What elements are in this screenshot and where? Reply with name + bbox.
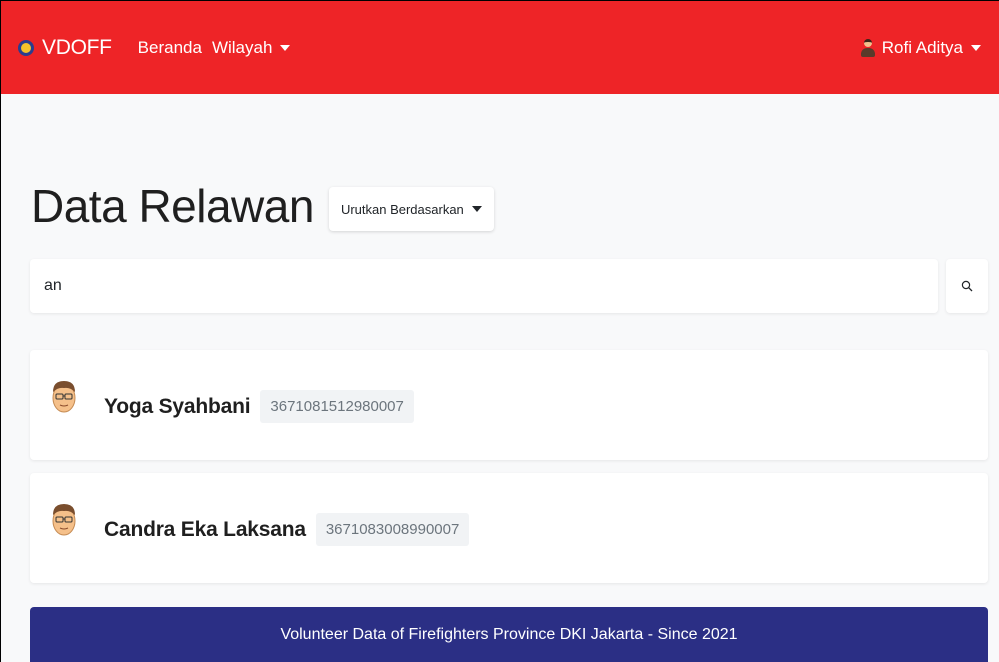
volunteer-name: Candra Eka Laksana <box>104 517 306 541</box>
page-title: Data Relawan <box>31 180 314 232</box>
brand-logo-icon <box>18 39 34 56</box>
volunteer-nik-badge: 3671081512980007 <box>260 390 414 423</box>
volunteer-card[interactable]: Candra Eka Laksana 3671083008990007 <box>30 473 988 583</box>
volunteer-name: Yoga Syahbani <box>104 394 251 418</box>
footer: Volunteer Data of Firefighters Province … <box>30 607 988 662</box>
chevron-down-icon <box>471 206 482 212</box>
search-input[interactable] <box>30 259 938 313</box>
volunteer-nik-badge: 3671083008990007 <box>315 513 470 546</box>
volunteer-card[interactable]: Yoga Syahbani 3671081512980007 <box>30 350 988 460</box>
chevron-down-icon <box>971 44 981 51</box>
volunteer-info: Candra Eka Laksana 3671083008990007 <box>104 513 470 546</box>
top-navbar: VDOFF Beranda Wilayah Rofi Aditya <box>1 1 999 94</box>
nav-wilayah-dropdown[interactable]: Wilayah <box>211 37 291 58</box>
user-menu-dropdown[interactable]: Rofi Aditya <box>860 1 981 94</box>
user-avatar-icon <box>860 38 875 57</box>
search-icon <box>961 280 973 292</box>
title-row: Data Relawan Urutkan Berdasarkan <box>31 179 494 233</box>
brand-link[interactable]: VDOFF <box>18 36 112 60</box>
avatar-icon <box>52 381 76 413</box>
avatar-icon <box>52 504 76 536</box>
footer-text: Volunteer Data of Firefighters Province … <box>280 626 738 643</box>
search-button[interactable] <box>946 259 988 313</box>
volunteer-info: Yoga Syahbani 3671081512980007 <box>104 390 414 423</box>
sort-label: Urutkan Berdasarkan <box>340 201 464 217</box>
nav-beranda[interactable]: Beranda <box>138 38 202 58</box>
brand-name: VDOFF <box>42 35 112 59</box>
user-name: Rofi Aditya <box>881 37 963 57</box>
sort-dropdown-button[interactable]: Urutkan Berdasarkan <box>328 187 494 231</box>
nav-wilayah-label: Wilayah <box>211 37 273 57</box>
chevron-down-icon <box>280 45 291 52</box>
